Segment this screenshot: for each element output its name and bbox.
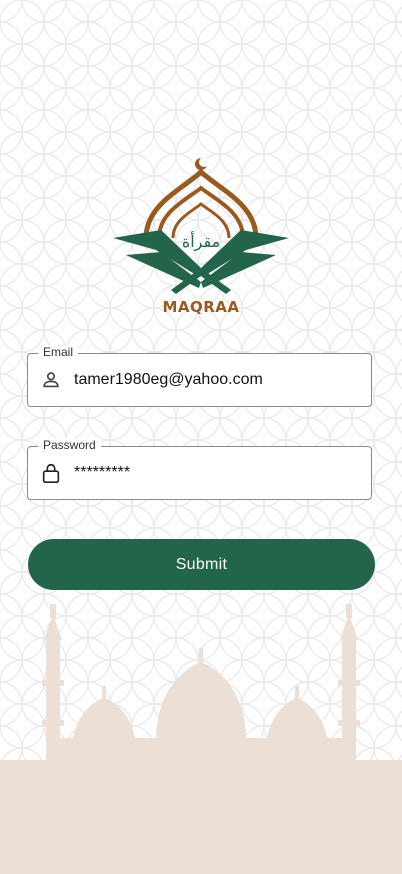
mosque-silhouette	[0, 604, 402, 874]
submit-button[interactable]: Submit	[28, 539, 375, 590]
person-icon	[43, 372, 59, 388]
password-input[interactable]: *********	[74, 464, 130, 482]
email-field[interactable]: Email tamer1980eg@yahoo.com	[27, 345, 372, 407]
email-input[interactable]: tamer1980eg@yahoo.com	[74, 371, 263, 389]
password-field[interactable]: Password *********	[27, 438, 372, 500]
password-label: Password	[38, 438, 101, 452]
crescent-icon	[195, 157, 209, 170]
brand-name: MAQRAA	[162, 298, 240, 316]
lock-icon	[42, 463, 60, 483]
email-label: Email	[38, 345, 79, 359]
arabic-brand-text: مقرأة	[182, 231, 220, 252]
